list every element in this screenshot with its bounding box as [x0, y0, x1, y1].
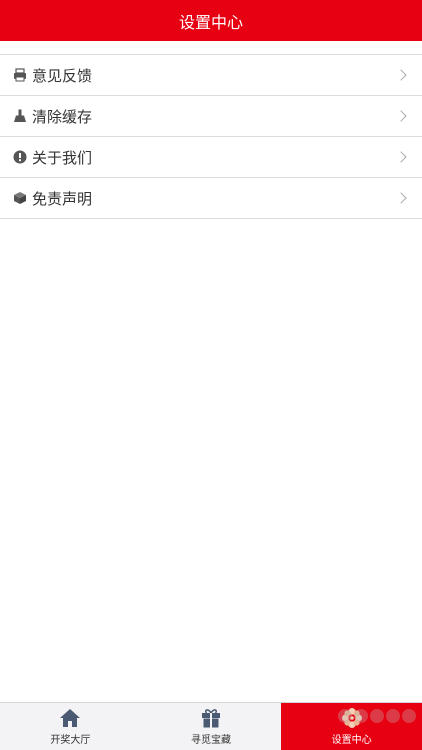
bottom-tab-bar: 开奖大厅 寻觅宝藏 设置中心 — [0, 702, 422, 750]
chevron-right-icon — [395, 110, 407, 122]
menu-item-clear-cache[interactable]: 清除缓存 — [0, 96, 422, 137]
tab-lottery-hall[interactable]: 开奖大厅 — [0, 703, 141, 750]
tab-settings[interactable]: 设置中心 — [281, 703, 422, 750]
gift-icon — [200, 707, 222, 729]
title-bar: 设置中心 — [0, 0, 422, 41]
tab-treasure[interactable]: 寻觅宝藏 — [141, 703, 282, 750]
menu-item-label: 免责声明 — [32, 189, 93, 208]
page-title: 设置中心 — [178, 12, 243, 32]
chevron-right-icon — [395, 192, 407, 204]
cube-icon — [13, 191, 27, 205]
tab-label: 设置中心 — [331, 735, 372, 746]
tab-label: 开奖大厅 — [50, 735, 91, 746]
broom-icon — [13, 109, 27, 123]
menu-item-label: 清除缓存 — [32, 107, 93, 126]
watermark — [338, 709, 417, 723]
tab-label: 寻觅宝藏 — [191, 735, 231, 746]
chevron-right-icon — [395, 69, 407, 81]
menu-item-about-us[interactable]: 关于我们 — [0, 137, 422, 178]
settings-menu: 意见反馈 清除缓存 关于我们 免责声明 — [0, 54, 422, 219]
chevron-right-icon — [395, 151, 407, 163]
menu-item-label: 意见反馈 — [32, 66, 93, 85]
menu-item-disclaimer[interactable]: 免责声明 — [0, 178, 422, 219]
app-root: 设置中心 意见反馈 清除缓存 关于我们 免责声明 开奖大厅 寻觅宝藏 设置中心 — [0, 0, 422, 750]
menu-item-label: 关于我们 — [32, 148, 93, 167]
printer-icon — [13, 68, 27, 82]
menu-item-feedback[interactable]: 意见反馈 — [0, 55, 422, 96]
exclamation-circle-icon — [13, 150, 27, 164]
home-icon — [59, 707, 81, 729]
